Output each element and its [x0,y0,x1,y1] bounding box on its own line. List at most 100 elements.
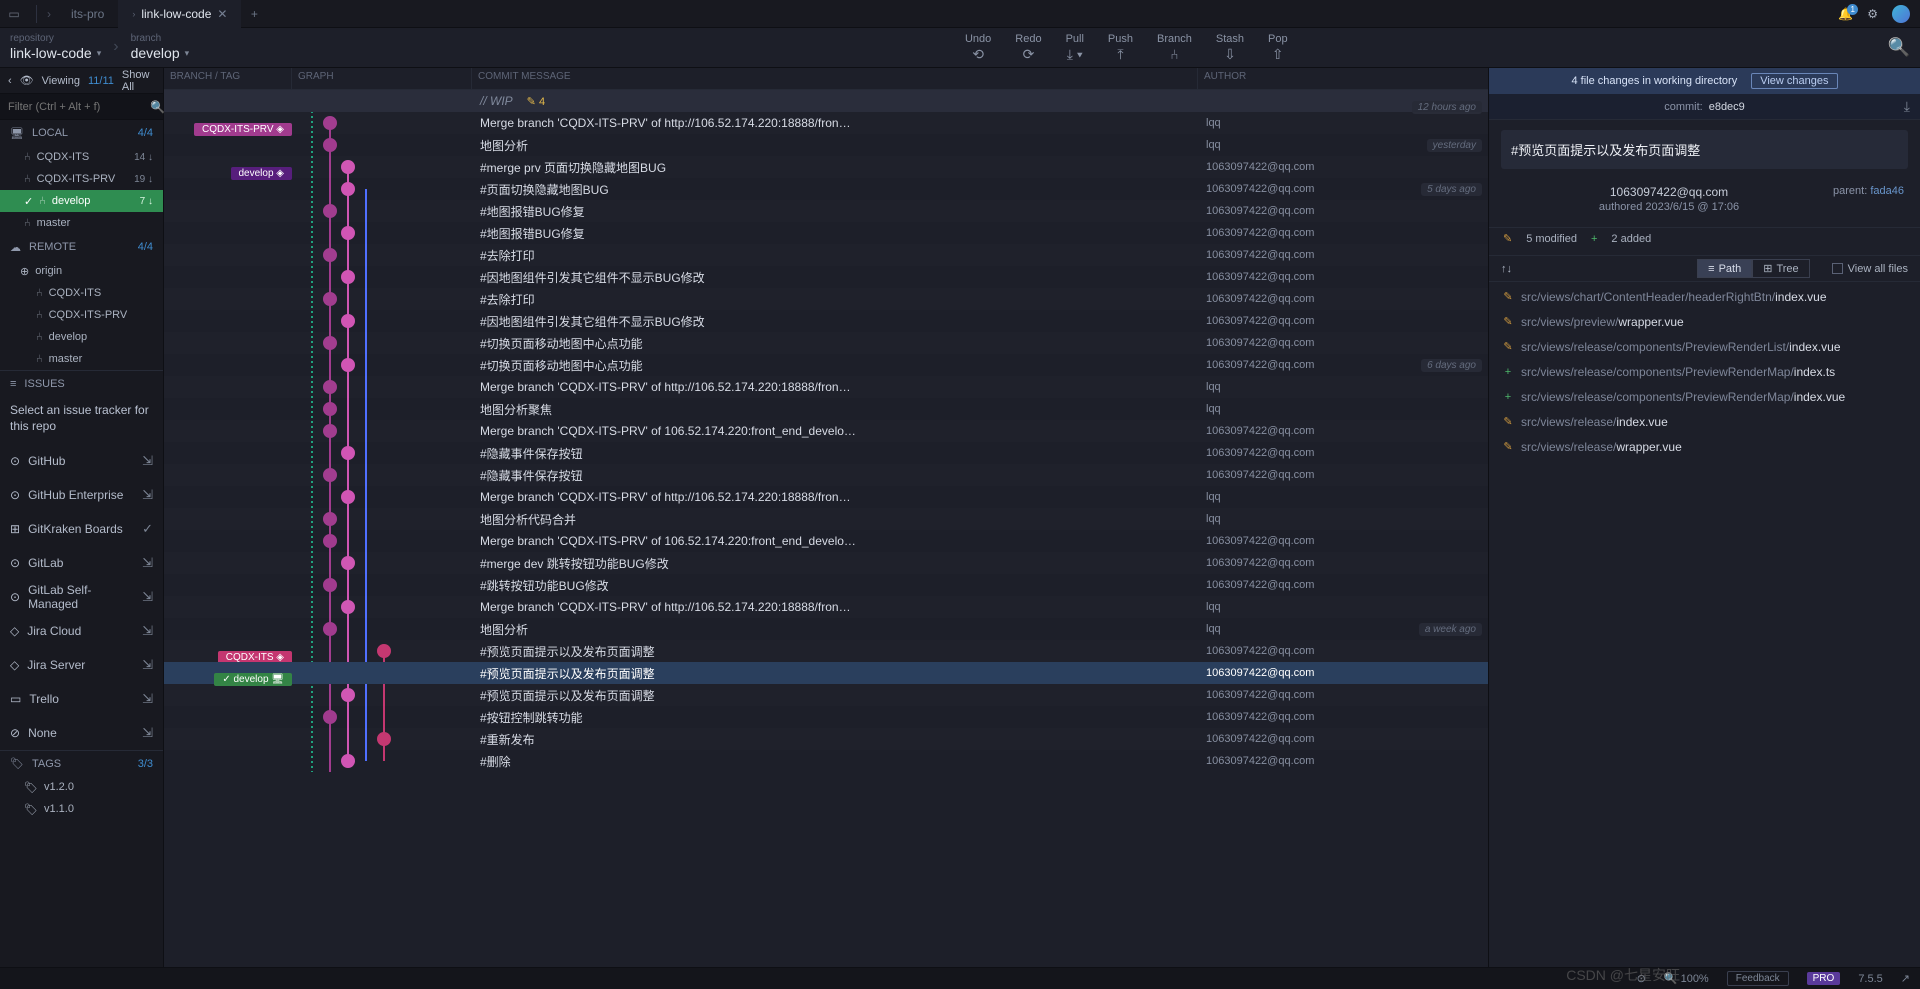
search-icon[interactable]: 🔍 [1888,37,1910,58]
tag-v1.2.0[interactable]: 🏷v1.2.0 [0,776,163,798]
view-changes-button[interactable]: View changes [1751,73,1837,89]
commit-row[interactable]: 地图分析聚焦lqq [164,398,1488,420]
commit-row[interactable]: #重新发布1063097422@qq.com [164,728,1488,750]
redo-button[interactable]: Redo⟳ [1015,33,1041,63]
commit-row[interactable]: CQDX-ITS-PRV ◈Merge branch 'CQDX-ITS-PRV… [164,112,1488,134]
commit-row[interactable]: #按钮控制跳转功能1063097422@qq.com [164,706,1488,728]
commit-list[interactable]: // WIP✎ 412 hours agoCQDX-ITS-PRV ◈Merge… [164,90,1488,967]
commit-row[interactable]: #隐藏事件保存按钮1063097422@qq.com [164,442,1488,464]
changed-file[interactable]: ✎src/views/release/components/PreviewRen… [1489,334,1920,359]
branch-selector[interactable]: branch develop▾ [131,33,190,62]
pull-button[interactable]: Pull⤓ ▾ [1066,33,1084,63]
commit-row[interactable]: #因地图组件引发其它组件不显示BUG修改1063097422@qq.com [164,266,1488,288]
filter-input[interactable] [8,101,150,113]
changed-file[interactable]: +src/views/release/components/PreviewRen… [1489,384,1920,409]
commit-row[interactable]: #页面切换隐藏地图BUG1063097422@qq.com5 days ago [164,178,1488,200]
tab-bar: ▭ › its-pro › link-low-code ✕ + 🔔1 ⚙ [0,0,1920,28]
link-icon: ⇲ [142,623,153,639]
parent-link[interactable]: parent: fada46 [1833,185,1904,213]
changed-file[interactable]: ✎src/views/preview/wrapper.vue [1489,309,1920,334]
commit-row[interactable]: #跳转按钮功能BUG修改1063097422@qq.com [164,574,1488,596]
commit-row[interactable]: #地图报错BUG修复1063097422@qq.com [164,200,1488,222]
stash-button[interactable]: Stash⇩ [1216,33,1244,63]
tracker-icon: ◇ [10,624,19,638]
tracker-jira-cloud[interactable]: ◇Jira Cloud⇲ [0,614,163,648]
commit-row[interactable]: 地图分析lqqa week ago [164,618,1488,640]
tracker-gitlab[interactable]: ⊙GitLab⇲ [0,546,163,580]
commit-row[interactable]: #切换页面移动地图中心点功能1063097422@qq.com6 days ag… [164,354,1488,376]
remote-branch-develop[interactable]: ⑃develop [0,326,163,348]
branch-CQDX-ITS[interactable]: ⑃CQDX-ITS14 ↓ [0,146,163,168]
commit-row[interactable]: Merge branch 'CQDX-ITS-PRV' of http://10… [164,376,1488,398]
profile-avatar[interactable] [1892,5,1910,23]
pop-button[interactable]: Pop⇧ [1268,33,1288,63]
sort-icon[interactable]: ↑↓ [1501,263,1512,275]
commit-row[interactable]: #去除打印1063097422@qq.com [164,244,1488,266]
commit-row[interactable]: ✓ develop 🖥#预览页面提示以及发布页面调整1063097422@qq.… [164,662,1488,684]
tracker-gitkraken-boards[interactable]: ⊞GitKraken Boards✓ [0,512,163,546]
search-icon[interactable]: 🔍 [150,100,165,114]
changed-file[interactable]: ✎src/views/release/wrapper.vue [1489,434,1920,459]
changed-file[interactable]: +src/views/release/components/PreviewRen… [1489,359,1920,384]
commit-row[interactable]: #地图报错BUG修复1063097422@qq.com [164,222,1488,244]
commit-sha[interactable]: e8dec9 [1709,101,1745,113]
commit-row[interactable]: #预览页面提示以及发布页面调整1063097422@qq.com [164,684,1488,706]
show-all-button[interactable]: Show All [122,69,155,93]
remote-branch-CQDX-ITS-PRV[interactable]: ⑃CQDX-ITS-PRV [0,304,163,326]
undo-button[interactable]: Undo⟲ [965,33,991,63]
issues-section[interactable]: ≡ ISSUES [0,370,163,396]
gear-icon[interactable]: ⚙ [1867,7,1878,21]
path-view-button[interactable]: ≡Path [1697,259,1752,278]
commit-row[interactable]: 地图分析lqqyesterday [164,134,1488,156]
close-icon[interactable]: ✕ [217,7,227,21]
commit-row[interactable]: develop ◈#merge prv 页面切换隐藏地图BUG106309742… [164,156,1488,178]
remote-origin[interactable]: ⊕origin [0,260,163,282]
repo-selector[interactable]: repository link-low-code▾ [10,33,101,62]
folder-icon[interactable]: ▭ [4,4,24,24]
branch-master[interactable]: ⑃master [0,212,163,234]
view-all-files-checkbox[interactable]: View all files [1832,263,1908,275]
branch-button[interactable]: Branch⑃ [1157,33,1192,63]
tree-view-button[interactable]: ⊞Tree [1752,259,1809,278]
commit-row[interactable]: #去除打印1063097422@qq.com [164,288,1488,310]
branch-icon: ⑃ [24,151,31,163]
remote-branch-master[interactable]: ⑃master [0,348,163,370]
local-section[interactable]: 🖥 LOCAL 4/4 [0,120,163,146]
branch-icon: ⑃ [36,309,43,321]
remote-section[interactable]: ☁ REMOTE 4/4 [0,234,163,260]
commit-row[interactable]: Merge branch 'CQDX-ITS-PRV' of http://10… [164,596,1488,618]
commit-row[interactable]: #因地图组件引发其它组件不显示BUG修改1063097422@qq.com [164,310,1488,332]
commit-row[interactable]: #merge dev 跳转按钮功能BUG修改1063097422@qq.com [164,552,1488,574]
commit-row[interactable]: #隐藏事件保存按钮1063097422@qq.com [164,464,1488,486]
tags-section[interactable]: 🏷 TAGS 3/3 [0,750,163,776]
add-tab-button[interactable]: + [241,1,267,27]
tag-v1.1.0[interactable]: 🏷v1.1.0 [0,798,163,820]
changed-file[interactable]: ✎src/views/chart/ContentHeader/headerRig… [1489,284,1920,309]
commit-row[interactable]: Merge branch 'CQDX-ITS-PRV' of http://10… [164,486,1488,508]
tracker-none[interactable]: ⊘None⇲ [0,716,163,750]
commit-row[interactable]: Merge branch 'CQDX-ITS-PRV' of 106.52.17… [164,420,1488,442]
feedback-button[interactable]: Feedback [1727,971,1789,986]
arrow-icon[interactable]: ↗ [1901,972,1910,985]
tracker-gitlab-self-managed[interactable]: ⊙GitLab Self-Managed⇲ [0,580,163,614]
tracker-jira-server[interactable]: ◇Jira Server⇲ [0,648,163,682]
branch-develop[interactable]: ✓⑃develop7 ↓ [0,190,163,212]
back-icon[interactable]: ‹ [8,75,12,87]
tracker-github[interactable]: ⊙GitHub⇲ [0,444,163,478]
remote-branch-CQDX-ITS[interactable]: ⑃CQDX-ITS [0,282,163,304]
download-icon[interactable]: ⤓ [1904,98,1910,115]
commit-row[interactable]: 地图分析代码合并lqq [164,508,1488,530]
wip-row[interactable]: // WIP✎ 412 hours ago [164,90,1488,112]
branch-CQDX-ITS-PRV[interactable]: ⑃CQDX-ITS-PRV19 ↓ [0,168,163,190]
tab-link-low-code[interactable]: › link-low-code ✕ [118,0,241,28]
notifications-icon[interactable]: 🔔1 [1838,7,1853,21]
tab-its-pro[interactable]: its-pro [57,0,118,28]
commit-row[interactable]: #删除1063097422@qq.com [164,750,1488,772]
tracker-trello[interactable]: ▭Trello⇲ [0,682,163,716]
commit-row[interactable]: #切换页面移动地图中心点功能1063097422@qq.com [164,332,1488,354]
commit-row[interactable]: Merge branch 'CQDX-ITS-PRV' of 106.52.17… [164,530,1488,552]
push-button[interactable]: Push⤒ [1108,33,1133,63]
tracker-github-enterprise[interactable]: ⊙GitHub Enterprise⇲ [0,478,163,512]
changed-file[interactable]: ✎src/views/release/index.vue [1489,409,1920,434]
commit-row[interactable]: CQDX-ITS ◈#预览页面提示以及发布页面调整1063097422@qq.c… [164,640,1488,662]
